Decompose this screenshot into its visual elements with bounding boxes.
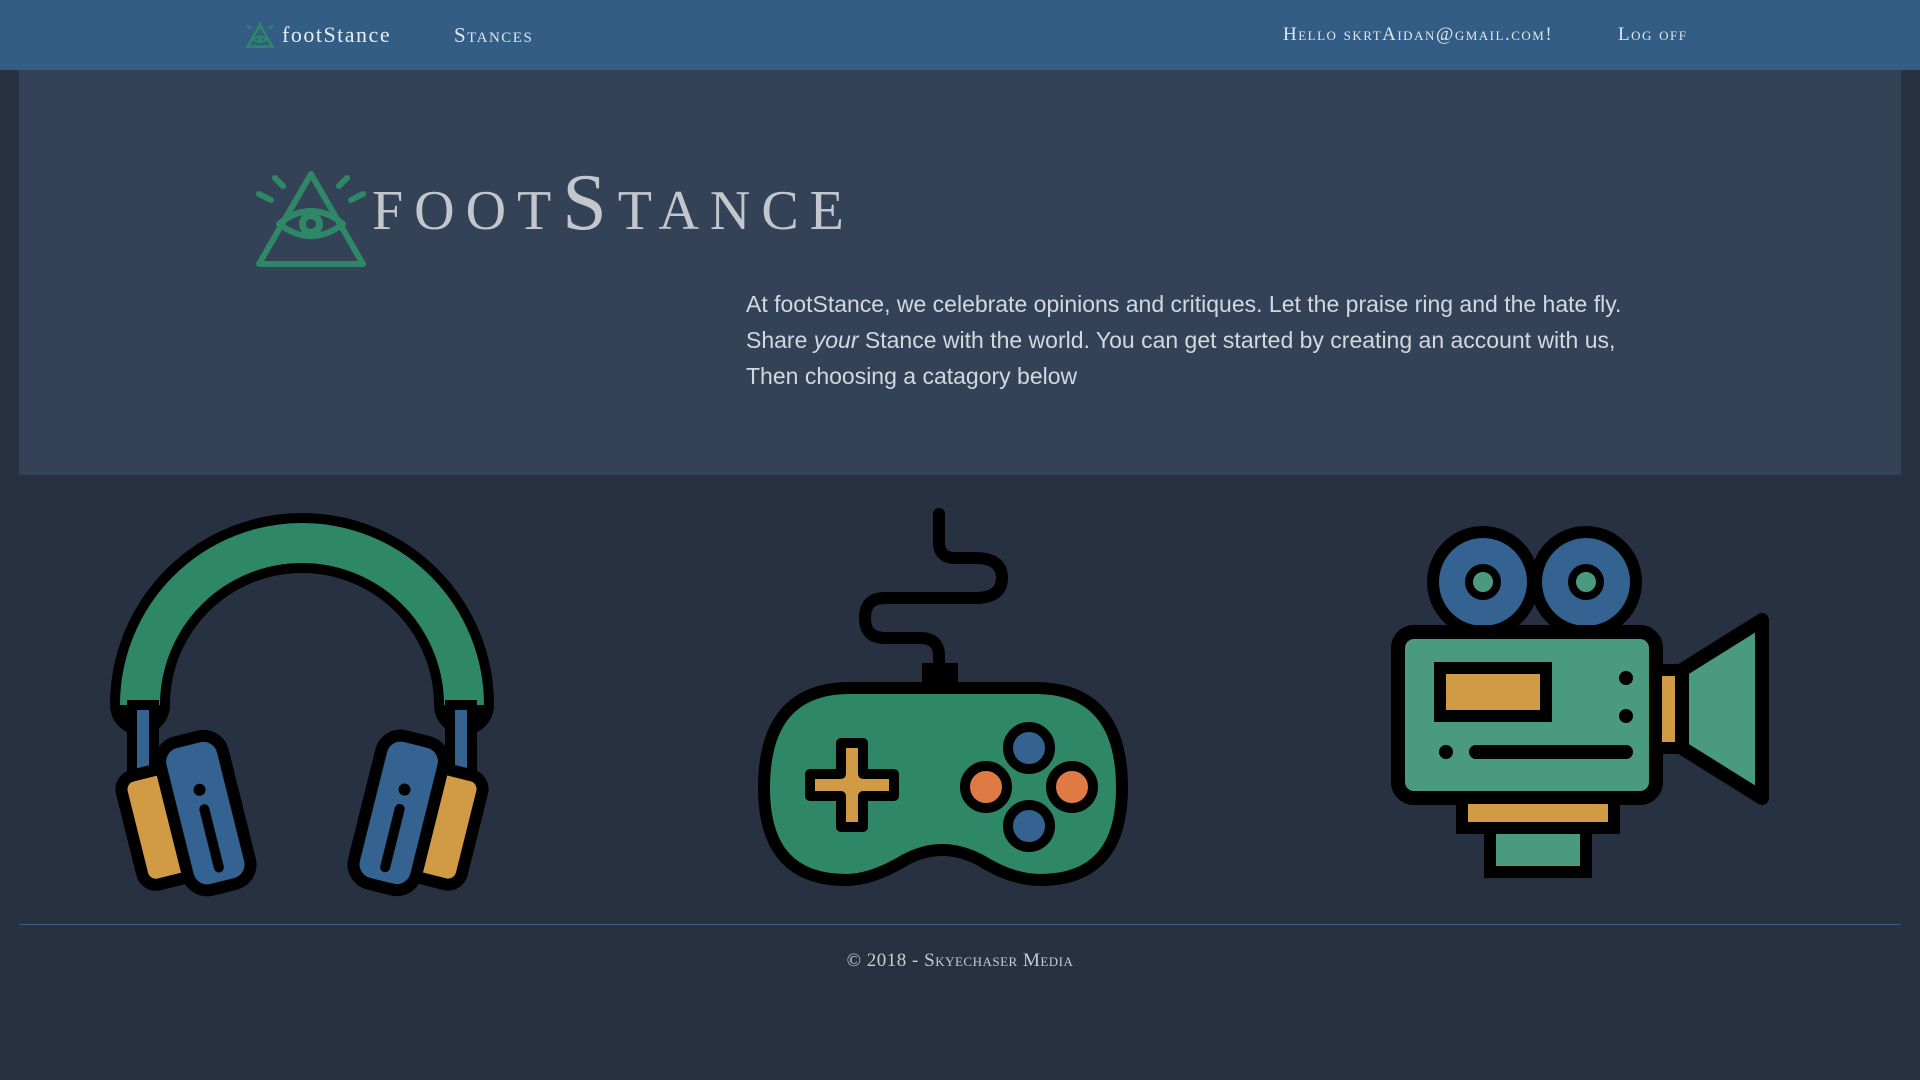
gamepad-icon [757, 508, 1129, 887]
nav-link-logoff[interactable]: Log off [1618, 0, 1687, 70]
brand-name: footStance [282, 22, 392, 47]
navbar: footStance Stances Hello skrtAidan@gmail… [0, 0, 1920, 70]
headphones-icon [110, 513, 494, 897]
eye-triangle-icon [245, 22, 275, 48]
hero-text-line3: Then choosing a catagory below [746, 363, 1078, 389]
eye-triangle-icon [256, 171, 366, 267]
footer-copyright: © 2018 - Skyechaser Media [846, 950, 1074, 971]
movie-camera-icon [1391, 526, 1769, 878]
hero-text-line2: Stance with the world. You can get start… [864, 327, 1616, 353]
footer-divider [19, 924, 1901, 925]
hero-text-share: Share [746, 327, 808, 353]
hero-description: At footStance, we celebrate opinions and… [746, 286, 1676, 394]
category-games[interactable] [750, 508, 1135, 893]
nav-link-stances[interactable]: Stances [454, 0, 533, 70]
nav-link-account[interactable]: Hello skrtAidan@gmail.com! [1283, 0, 1553, 70]
brand-link[interactable]: footStance [245, 0, 391, 70]
category-movies[interactable] [1390, 520, 1775, 880]
hero-text-line1: At footStance, we celebrate opinions and… [746, 291, 1622, 317]
category-music[interactable] [110, 510, 495, 900]
hero-title: footStance [372, 159, 855, 247]
hero-text-your: your [813, 327, 859, 353]
hero-section [19, 70, 1901, 475]
